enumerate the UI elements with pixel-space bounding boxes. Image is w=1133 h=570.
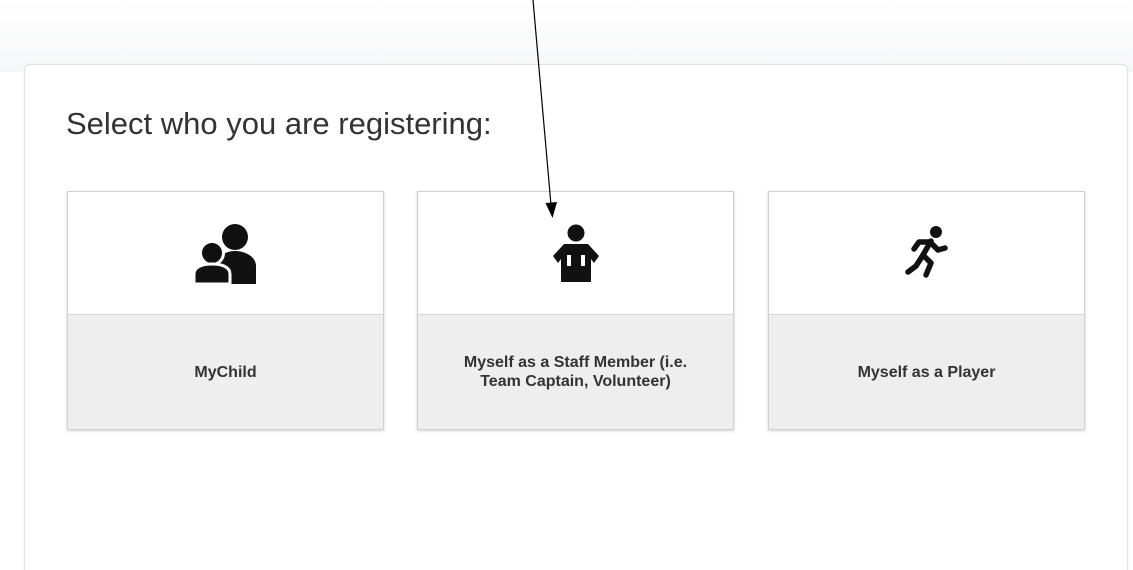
staff-member-icon [552, 224, 599, 282]
option-label: MyChild [68, 314, 383, 429]
option-label: Myself as a Player [769, 314, 1084, 429]
top-band [0, 0, 1133, 72]
option-label: Myself as a Staff Member (i.e. Team Capt… [418, 314, 733, 429]
parent-child-icon [192, 224, 256, 284]
option-my-child[interactable]: MyChild [67, 191, 384, 430]
option-icon-area [68, 192, 383, 314]
page-title: Select who you are registering: [66, 106, 492, 141]
option-icon-area [418, 192, 733, 314]
option-player[interactable]: Myself as a Player [768, 191, 1085, 430]
option-staff-member[interactable]: Myself as a Staff Member (i.e. Team Capt… [417, 191, 734, 430]
runner-icon [904, 226, 948, 278]
option-icon-area [769, 192, 1084, 314]
registration-page: Select who you are registering: MyChild … [0, 0, 1133, 570]
